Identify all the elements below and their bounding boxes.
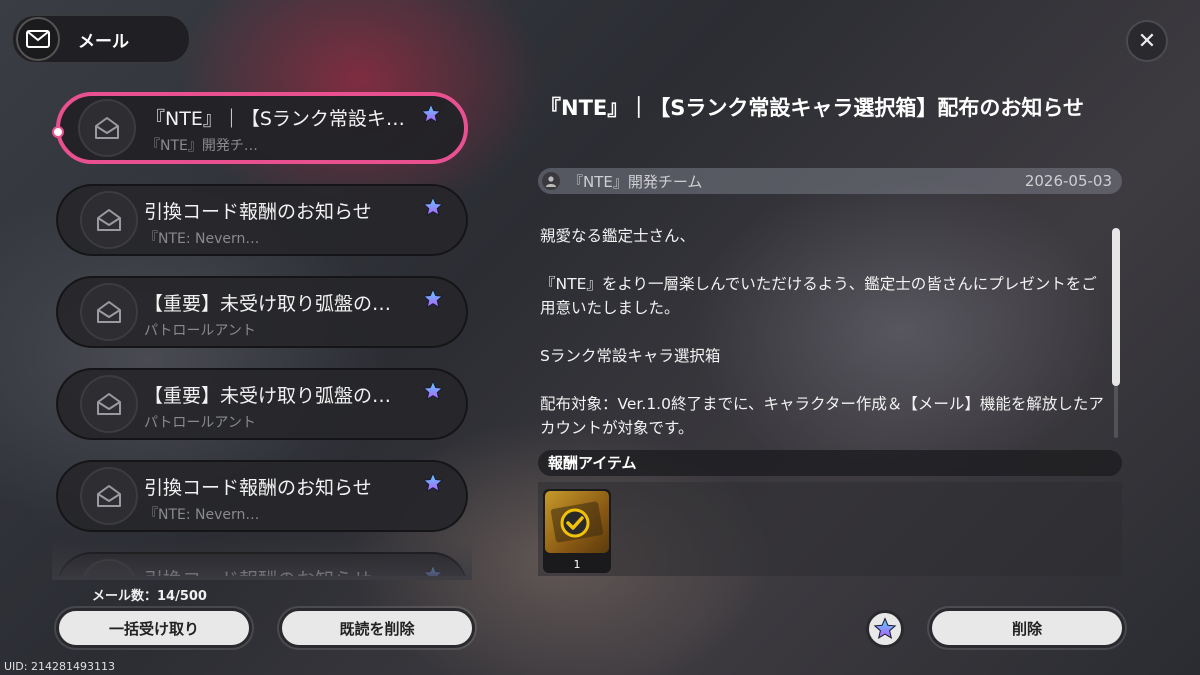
mail-list-item[interactable]: 【重要】未受け取り弧盤の… パトロールアント xyxy=(56,368,468,440)
mail-header: メール xyxy=(12,15,190,63)
reward-header: 報酬アイテム xyxy=(538,450,1122,476)
star-icon xyxy=(422,196,444,222)
envelope-open-icon xyxy=(80,375,138,433)
mail-list-item[interactable]: 引換コード報酬のお知らせ『NTE: Nevern… xyxy=(56,184,468,256)
mail-body[interactable]: 親愛なる鑑定士さん、 『NTE』をより一層楽しんでいただけるよう、鑑定士の皆さん… xyxy=(540,224,1105,442)
envelope-open-icon xyxy=(80,191,138,249)
mail-item-sender: 『NTE』開発チ… xyxy=(146,138,258,154)
mail-item-title: 引換コード報酬のお知らせ xyxy=(144,477,372,499)
envelope-open-icon xyxy=(80,467,138,525)
mail-date: 2026-05-03 xyxy=(1024,172,1112,190)
close-icon: ✕ xyxy=(1137,28,1157,54)
mail-item-sender: パトロールアント xyxy=(144,415,256,431)
body-paragraph: 配布対象：Ver.1.0終了までに、キャラクター作成＆【メール】機能を解放したア… xyxy=(540,395,1104,437)
mail-count: メール数：14/500 xyxy=(92,589,207,604)
envelope-open-icon xyxy=(78,99,136,157)
mail-list-item[interactable]: 『NTE』｜【Sランク常設キ… 『NTE』開発チ… xyxy=(52,92,468,164)
close-button[interactable]: ✕ xyxy=(1126,20,1168,62)
body-paragraph: 親愛なる鑑定士さん、 xyxy=(540,227,696,245)
mail-item-title: 引換コード報酬のお知らせ xyxy=(144,565,414,576)
envelope-open-icon xyxy=(80,559,138,576)
mail-list[interactable]: 『NTE』｜【Sランク常設キ… 『NTE』開発チ… 引換コード報酬のお知らせ 『NTE… xyxy=(52,92,472,576)
claim-all-button[interactable]: 一括受け取り xyxy=(56,608,252,648)
star-icon xyxy=(420,103,442,129)
delete-read-button[interactable]: 既読を削除 xyxy=(279,608,475,648)
delete-read-label: 既読を削除 xyxy=(339,619,415,638)
favorite-button[interactable] xyxy=(866,610,904,648)
star-icon xyxy=(422,472,444,498)
mail-item-sender: 『NTE: Nevern… xyxy=(144,231,260,247)
mail-item-sender: パトロールアント xyxy=(144,323,256,339)
mail-item-sender: 『NTE: Nevern… xyxy=(144,507,260,523)
mail-list-item[interactable]: 引換コード報酬のお知らせ『NTE: Nevern… xyxy=(56,552,468,576)
page-title: メール xyxy=(78,31,129,52)
mail-item-title: 【重要】未受け取り弧盤の… xyxy=(144,293,392,315)
mail-icon xyxy=(16,17,60,61)
star-icon xyxy=(422,564,444,576)
sender-bar: 『NTE』開発チーム 2026-05-03 xyxy=(538,168,1122,194)
sender-name: 『NTE』開発チーム xyxy=(568,172,703,191)
mail-item-title: 【重要】未受け取り弧盤の… xyxy=(144,385,392,407)
envelope-open-icon xyxy=(80,283,138,341)
mail-item-title: 引換コード報酬のお知らせ xyxy=(144,201,372,223)
avatar-icon xyxy=(542,172,560,190)
reward-area xyxy=(538,482,1122,576)
uid-label: UID: 214281493113 xyxy=(4,660,115,673)
reward-quantity: 1 xyxy=(573,558,581,571)
body-paragraph: 『NTE』をより一層楽しんでいただけるよう、鑑定士の皆さんにプレゼントをご用意い… xyxy=(540,275,1097,317)
star-icon xyxy=(422,380,444,406)
star-icon xyxy=(422,288,444,314)
star-icon xyxy=(873,617,897,639)
mail-item-title: 『NTE』｜【Sランク常設キ… xyxy=(146,108,405,130)
selection-box-icon xyxy=(545,491,609,553)
delete-button[interactable]: 削除 xyxy=(929,608,1125,648)
scrollbar-thumb[interactable] xyxy=(1112,228,1120,386)
claim-all-label: 一括受け取り xyxy=(108,619,199,638)
mail-list-item[interactable]: 引換コード報酬のお知らせ『NTE: Nevern… xyxy=(56,460,468,532)
body-paragraph: Sランク常設キャラ選択箱 xyxy=(540,347,721,365)
delete-label: 削除 xyxy=(1011,619,1042,638)
mail-detail-title: 『NTE』｜【Sランク常設キャラ選択箱】配布のお知らせ xyxy=(540,96,1084,120)
reward-item[interactable]: 1 xyxy=(543,489,611,573)
mail-list-item[interactable]: 【重要】未受け取り弧盤の… パトロールアント xyxy=(56,276,468,348)
